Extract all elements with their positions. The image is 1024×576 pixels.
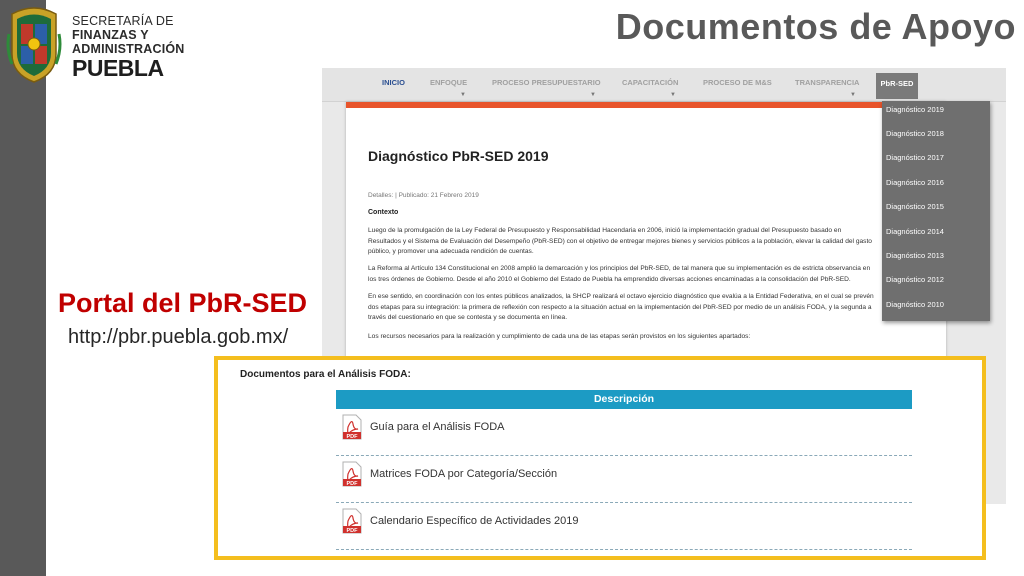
dropdown-item-2014[interactable]: Diagnóstico 2014 (886, 227, 944, 236)
pdf-label: PDF (347, 528, 359, 534)
document-link[interactable]: Matrices FODA por Categoría/Sección (370, 468, 557, 480)
article-paragraph: La Reforma al Artículo 134 Constituciona… (368, 264, 924, 285)
document-row[interactable]: PDF Matrices FODA por Categoría/Sección (336, 456, 912, 503)
dropdown-item-2018[interactable]: Diagnóstico 2018 (886, 129, 944, 138)
paragraph-line: dos etapas para su integración: la prime… (368, 303, 872, 311)
pdf-file-icon: PDF (342, 461, 362, 487)
chevron-down-icon: ▼ (590, 92, 596, 98)
dropdown-item-2013[interactable]: Diagnóstico 2013 (886, 251, 944, 260)
dropdown-item-2016[interactable]: Diagnóstico 2016 (886, 178, 944, 187)
documents-highlight-box: Documentos para el Análisis FODA: Descri… (214, 356, 986, 560)
nav-item-inicio[interactable]: INICIO (382, 78, 405, 87)
article-section-heading: Contexto (368, 209, 399, 216)
dropdown-item-2019[interactable]: Diagnóstico 2019 (886, 105, 944, 114)
paragraph-line: través del cuestionario en que se contes… (368, 314, 568, 321)
nav-item-pbr-sed[interactable]: PbR-SED (876, 73, 918, 99)
portal-url[interactable]: http://pbr.puebla.gob.mx/ (68, 326, 288, 349)
pdf-file-icon: PDF (342, 508, 362, 534)
paragraph-line: los tres órdenes de Gobierno. Desde el a… (368, 275, 851, 283)
article-paragraph: En ese sentido, en coordinación con los … (368, 292, 924, 324)
paragraph-line: público, y promover una adecuada rendici… (368, 248, 534, 255)
documents-heading: Documentos para el Análisis FODA: (240, 369, 411, 380)
org-line-1: SECRETARÍA DE (72, 14, 174, 28)
dropdown-item-2015[interactable]: Diagnóstico 2015 (886, 202, 944, 211)
documents-table-header: Descripción (336, 390, 912, 409)
org-state: PUEBLA (72, 55, 164, 81)
chevron-down-icon: ▼ (850, 92, 856, 98)
slide: SECRETARÍA DE FINANZAS Y ADMINISTRACIÓN … (0, 0, 1024, 576)
organization-name: SECRETARÍA DE FINANZAS Y ADMINISTRACIÓN … (72, 14, 212, 80)
state-seal-icon (6, 7, 62, 83)
paragraph-line: Resultados y el Sistema de Evaluación de… (368, 237, 872, 245)
dropdown-item-2017[interactable]: Diagnóstico 2017 (886, 153, 944, 162)
side-bar (0, 0, 46, 576)
paragraph-line: Los recursos necesarios para la realizac… (368, 333, 751, 340)
site-navbar: INICIO ENFOQUE ▼ PROCESO PRESUPUESTARIO … (322, 68, 1006, 102)
article-paragraph: Luego de la promulgación de la Ley Feder… (368, 226, 924, 258)
paragraph-line: La Reforma al Artículo 134 Constituciona… (368, 265, 871, 272)
slide-title: Documentos de Apoyo (615, 6, 1016, 47)
pdf-label: PDF (347, 481, 359, 487)
nav-item-enfoque[interactable]: ENFOQUE (430, 78, 467, 87)
nav-item-proceso-presupuestario[interactable]: PROCESO PRESUPUESTARIO (492, 78, 601, 87)
article-title: Diagnóstico PbR-SED 2019 (368, 148, 549, 164)
nav-item-capacitacion[interactable]: CAPACITACIÓN (622, 78, 678, 87)
chevron-down-icon: ▼ (670, 92, 676, 98)
paragraph-line: En ese sentido, en coordinación con los … (368, 293, 874, 300)
pdf-label: PDF (347, 434, 359, 440)
document-row[interactable]: PDF Guía para el Análisis FODA (336, 409, 912, 456)
article-meta: Detalles: | Publicado: 21 Febrero 2019 (368, 192, 479, 199)
portal-title: Portal del PbR-SED (58, 288, 308, 318)
document-link[interactable]: Calendario Específico de Actividades 201… (370, 515, 579, 527)
paragraph-line: Luego de la promulgación de la Ley Feder… (368, 227, 842, 234)
article-paragraph: Los recursos necesarios para la realizac… (368, 332, 924, 343)
org-line-2: FINANZAS Y (72, 28, 149, 42)
chevron-down-icon: ▼ (460, 92, 466, 98)
document-link[interactable]: Guía para el Análisis FODA (370, 421, 505, 433)
document-row[interactable]: PDF Calendario Específico de Actividades… (336, 503, 912, 550)
org-line-3: ADMINISTRACIÓN (72, 42, 185, 56)
nav-item-proceso-ms[interactable]: PROCESO DE M&S (703, 78, 772, 87)
nav-item-transparencia[interactable]: TRANSPARENCIA (795, 78, 859, 87)
pdf-file-icon: PDF (342, 414, 362, 440)
dropdown-item-2010[interactable]: Diagnóstico 2010 (886, 300, 944, 309)
dropdown-item-2012[interactable]: Diagnóstico 2012 (886, 275, 944, 284)
pbr-sed-dropdown-menu: Diagnóstico 2019 Diagnóstico 2018 Diagnó… (882, 101, 990, 321)
